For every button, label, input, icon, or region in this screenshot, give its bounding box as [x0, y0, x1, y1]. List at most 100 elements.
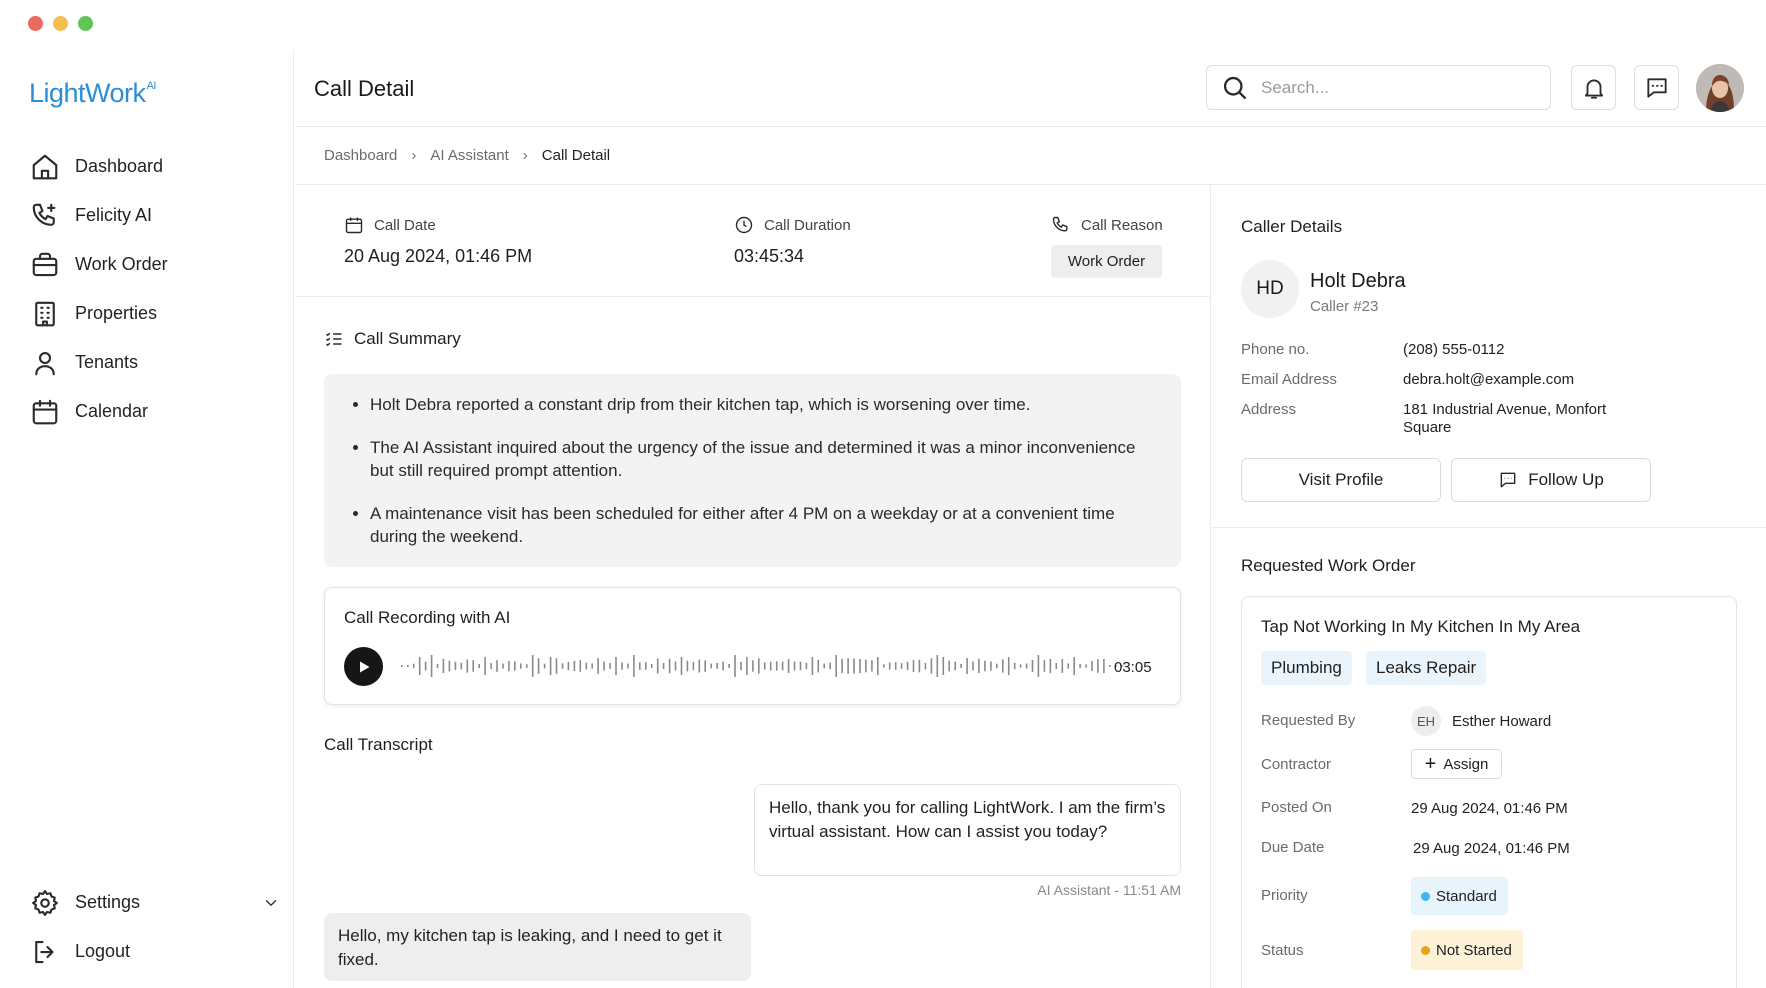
waveform-bar: [817, 659, 820, 673]
phone-value: (208) 555-0112: [1403, 341, 1505, 358]
waveform-bar: [882, 664, 885, 668]
waveform-bar: [894, 662, 897, 670]
waveform-bar: [442, 658, 445, 674]
notifications-button[interactable]: [1571, 65, 1616, 110]
sidebar-item-calendar[interactable]: Calendar: [30, 387, 280, 436]
waveform-bar: [752, 660, 754, 672]
visit-profile-button[interactable]: Visit Profile: [1241, 458, 1441, 502]
sidebar-item-dashboard[interactable]: Dashboard: [30, 142, 280, 191]
sidebar-item-properties[interactable]: Properties: [30, 289, 280, 338]
audio-waveform[interactable]: [399, 650, 1127, 682]
waveform-bar: [918, 659, 921, 673]
waveform-bar: [793, 661, 796, 671]
waveform-bar: [722, 661, 724, 671]
user-avatar[interactable]: [1696, 64, 1744, 112]
sidebar-item-felicity-ai[interactable]: Felicity AI: [30, 191, 280, 240]
address-label: Address: [1241, 401, 1297, 418]
waveform-bar: [401, 665, 403, 667]
phone-sparkle-icon: [32, 203, 56, 226]
building-icon: [35, 301, 55, 326]
summary-list: Holt Debra reported a constant drip from…: [370, 393, 1151, 548]
waveform-bar: [1019, 664, 1022, 668]
top-header: Call Detail: [295, 50, 1766, 127]
sidebar-item-label: Calendar: [75, 401, 149, 421]
search-box[interactable]: [1206, 65, 1551, 110]
waveform-bar: [734, 655, 736, 677]
waveform-bar: [859, 658, 861, 674]
gear-icon: [32, 889, 58, 916]
waveform-bar: [484, 657, 486, 675]
waveform-bar: [966, 658, 968, 674]
waveform-bar: [549, 657, 552, 675]
divider: [1211, 527, 1766, 528]
waveform-bar: [865, 659, 867, 673]
messages-button[interactable]: [1634, 65, 1679, 110]
waveform-bar: [627, 663, 629, 669]
waveform-bar: [424, 661, 427, 671]
chevron-down-icon[interactable]: [262, 894, 280, 912]
window-minimize-button[interactable]: [53, 16, 68, 31]
breadcrumb: Dashboard › AI Assistant › Call Detail: [324, 147, 610, 164]
waveform-bar: [454, 661, 457, 671]
sidebar-nav: Dashboard Felicity AI Work Order Propert…: [30, 142, 280, 436]
posted-on-label: Posted On: [1261, 799, 1332, 816]
sidebar-item-tenants[interactable]: Tenants: [30, 338, 280, 387]
waveform-bar: [668, 658, 671, 674]
waveform-bar: [472, 660, 474, 672]
search-input[interactable]: [1261, 77, 1521, 98]
logo-superscript: AI: [146, 80, 157, 92]
breadcrumb-item-ai-assistant[interactable]: AI Assistant: [430, 147, 508, 164]
window-close-button[interactable]: [28, 16, 43, 31]
priority-label: Priority: [1261, 887, 1308, 904]
email-value: debra.holt@example.com: [1403, 371, 1575, 388]
chevron-right-icon: ›: [411, 147, 417, 164]
phone-label: Phone no.: [1241, 341, 1310, 358]
waveform-bar: [621, 662, 623, 670]
sidebar-item-settings[interactable]: Settings: [30, 878, 280, 927]
waveform-bar: [936, 655, 939, 677]
chevron-right-icon: ›: [522, 147, 528, 164]
waveform-bar: [853, 658, 855, 674]
waveform-bar: [645, 662, 647, 670]
waveform-bar: [847, 658, 849, 674]
sidebar-item-logout[interactable]: Logout: [30, 927, 280, 976]
waveform-bar: [746, 657, 748, 675]
waveform-bar: [1067, 663, 1069, 669]
follow-up-button[interactable]: Follow Up: [1451, 458, 1651, 502]
waveform-bar: [561, 663, 564, 669]
waveform-bar: [662, 662, 665, 669]
waveform-bar: [906, 661, 909, 670]
call-date-label-text: Call Date: [374, 216, 436, 234]
call-date-value: 20 Aug 2024, 01:46 PM: [344, 246, 533, 266]
work-order-title: Tap Not Working In My Kitchen In My Area: [1261, 617, 1581, 636]
logo[interactable]: LightWorkAI: [29, 78, 156, 109]
requested-by-value: Esther Howard: [1452, 713, 1552, 730]
call-duration-label-text: Call Duration: [764, 216, 851, 234]
waveform-bar: [805, 662, 808, 670]
sidebar-item-label: Work Order: [75, 254, 168, 274]
waveform-bar: [430, 655, 433, 677]
call-reason-label-text: Call Reason: [1081, 216, 1163, 234]
tag-plumbing: Plumbing: [1261, 651, 1352, 685]
search-icon: [1223, 76, 1247, 99]
play-button[interactable]: [344, 647, 383, 686]
window-maximize-button[interactable]: [78, 16, 93, 31]
waveform-bar: [990, 661, 992, 671]
waveform-bar: [769, 661, 772, 671]
waveform-bar: [579, 660, 582, 672]
breadcrumb-item-dashboard[interactable]: Dashboard: [324, 147, 397, 164]
call-reason-label: Call Reason: [1051, 215, 1163, 235]
waveform-bar: [585, 662, 588, 670]
caller-details-title: Caller Details: [1241, 217, 1343, 236]
waveform-bar: [573, 660, 576, 672]
sidebar-item-work-order[interactable]: Work Order: [30, 240, 280, 289]
waveform-bar: [698, 659, 701, 673]
waveform-bar: [460, 662, 463, 670]
caller-avatar: HD: [1241, 260, 1299, 318]
user-icon: [35, 351, 55, 375]
waveform-bar: [615, 657, 617, 675]
waveform-bar: [1043, 660, 1046, 672]
assign-contractor-button[interactable]: + Assign: [1411, 749, 1502, 779]
summary-item: A maintenance visit has been scheduled f…: [370, 502, 1151, 548]
waveform-bar: [650, 664, 653, 668]
